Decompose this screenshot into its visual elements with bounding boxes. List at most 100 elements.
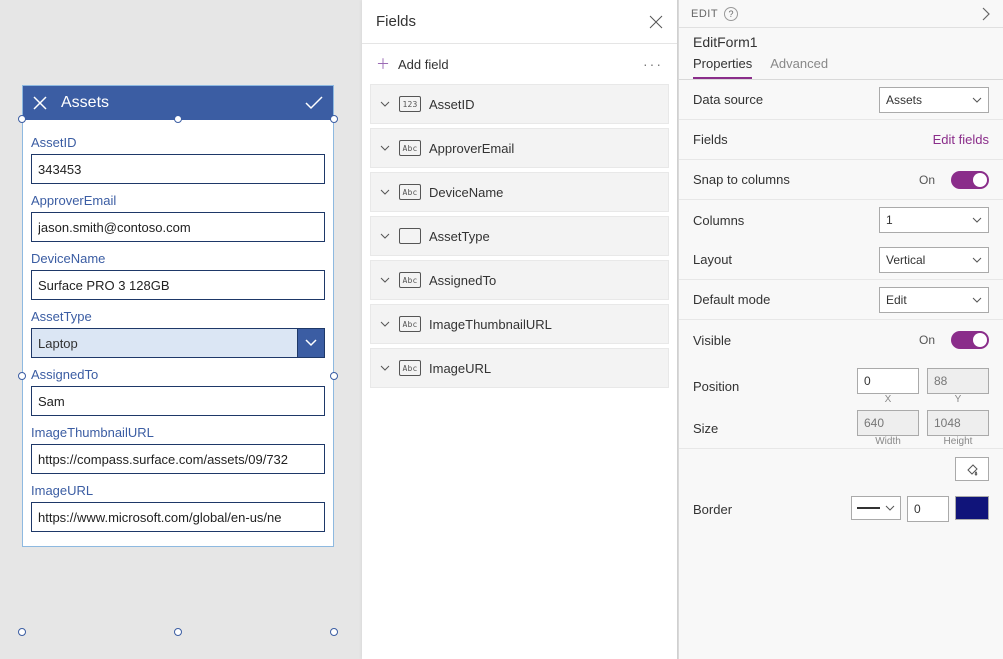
approveremail-input[interactable]: [31, 212, 325, 242]
prop-layout: Layout Vertical: [679, 240, 1003, 280]
field-imagethumbnailurl: ImageThumbnailURL: [31, 425, 325, 474]
field-list-label: ApproverEmail: [429, 141, 514, 156]
close-icon[interactable]: [33, 96, 47, 110]
text-type-icon: [399, 184, 421, 200]
position-x-input[interactable]: [857, 368, 919, 394]
line-style-icon: [857, 507, 880, 509]
field-list-item[interactable]: AssetID: [370, 84, 669, 124]
prop-label: Data source: [693, 92, 869, 107]
add-field-button[interactable]: ＋ Add field ···: [362, 44, 677, 84]
dropdown-value: Assets: [886, 93, 922, 107]
default-mode-dropdown[interactable]: Edit: [879, 287, 989, 313]
field-assignedto: AssignedTo: [31, 367, 325, 416]
fields-panel: Fields ＋ Add field ··· AssetID ApproverEm…: [362, 0, 678, 659]
prop-columns: Columns 1: [679, 200, 1003, 240]
prop-label: Border: [693, 502, 841, 517]
prop-color: [679, 449, 1003, 489]
field-list-label: ImageThumbnailURL: [429, 317, 552, 332]
chevron-down-icon: [379, 321, 391, 327]
text-type-icon: [399, 140, 421, 156]
resize-handle[interactable]: [330, 115, 338, 123]
assetid-input[interactable]: [31, 154, 325, 184]
resize-handle[interactable]: [18, 372, 26, 380]
assignedto-input[interactable]: [31, 386, 325, 416]
resize-handle[interactable]: [174, 628, 182, 636]
field-list-label: ImageURL: [429, 361, 491, 376]
choice-type-icon: [399, 228, 421, 244]
fill-color-picker[interactable]: [955, 457, 989, 481]
dropdown-value: Vertical: [886, 253, 925, 267]
size-height-input[interactable]: [927, 410, 989, 436]
imagethumbnailurl-input[interactable]: [31, 444, 325, 474]
prop-label: Default mode: [693, 292, 869, 307]
resize-handle[interactable]: [174, 115, 182, 123]
prop-label: Visible: [693, 333, 909, 348]
imageurl-input[interactable]: [31, 502, 325, 532]
snap-toggle[interactable]: [951, 171, 989, 189]
field-list-label: AssignedTo: [429, 273, 496, 288]
close-icon[interactable]: [649, 15, 663, 29]
chevron-right-icon[interactable]: [981, 7, 991, 21]
prop-label: Snap to columns: [693, 172, 909, 187]
field-list-item[interactable]: AssetType: [370, 216, 669, 256]
text-type-icon: [399, 360, 421, 376]
prop-label: Position: [693, 379, 847, 394]
data-source-dropdown[interactable]: Assets: [879, 87, 989, 113]
size-width-input[interactable]: [857, 410, 919, 436]
canvas-area: Assets AssetID ApproverEmail DeviceName …: [0, 0, 362, 659]
chevron-down-icon: [972, 97, 982, 103]
field-list-item[interactable]: ApproverEmail: [370, 128, 669, 168]
form-body: AssetID ApproverEmail DeviceName AssetTy…: [23, 120, 333, 546]
text-type-icon: [399, 272, 421, 288]
chevron-down-icon[interactable]: [297, 328, 325, 358]
prop-size: Size Width Height: [679, 409, 1003, 449]
more-icon[interactable]: ···: [643, 56, 663, 72]
edit-fields-link[interactable]: Edit fields: [933, 132, 989, 147]
prop-label: Columns: [693, 213, 869, 228]
field-list-item[interactable]: ImageThumbnailURL: [370, 304, 669, 344]
border-style-dropdown[interactable]: [851, 496, 901, 520]
border-width-input[interactable]: [907, 496, 949, 522]
field-assettype: AssetType Laptop: [31, 309, 325, 358]
height-sublabel: Height: [944, 436, 973, 447]
field-label: AssetType: [31, 309, 325, 324]
chevron-down-icon: [379, 233, 391, 239]
chevron-down-icon: [379, 101, 391, 107]
properties-tabs: Properties Advanced: [679, 50, 1003, 80]
field-list-item[interactable]: DeviceName: [370, 172, 669, 212]
paint-bucket-icon: [965, 462, 979, 476]
prop-visible: Visible On: [679, 320, 1003, 360]
tab-properties[interactable]: Properties: [693, 56, 752, 79]
prop-label: Size: [693, 421, 847, 436]
field-label: ApproverEmail: [31, 193, 325, 208]
properties-top-bar: EDIT ?: [679, 0, 1003, 28]
visible-toggle[interactable]: [951, 331, 989, 349]
field-label: ImageURL: [31, 483, 325, 498]
help-icon[interactable]: ?: [724, 7, 738, 21]
devicename-input[interactable]: [31, 270, 325, 300]
field-label: AssetID: [31, 135, 325, 150]
assettype-dropdown[interactable]: Laptop: [31, 328, 325, 358]
position-y-input[interactable]: [927, 368, 989, 394]
edit-mode-label: EDIT: [691, 8, 718, 20]
field-list-item[interactable]: AssignedTo: [370, 260, 669, 300]
edit-form[interactable]: Assets AssetID ApproverEmail DeviceName …: [22, 85, 334, 547]
chevron-down-icon: [379, 189, 391, 195]
field-list-item[interactable]: ImageURL: [370, 348, 669, 388]
layout-dropdown[interactable]: Vertical: [879, 247, 989, 273]
fields-panel-title: Fields: [376, 13, 649, 30]
resize-handle[interactable]: [18, 115, 26, 123]
add-field-label: Add field: [398, 57, 643, 72]
resize-handle[interactable]: [330, 628, 338, 636]
columns-dropdown[interactable]: 1: [879, 207, 989, 233]
field-devicename: DeviceName: [31, 251, 325, 300]
resize-handle[interactable]: [18, 628, 26, 636]
submit-check-icon[interactable]: [305, 96, 323, 110]
plus-icon: ＋: [376, 54, 390, 74]
properties-panel: EDIT ? EditForm1 Properties Advanced Dat…: [678, 0, 1003, 659]
text-type-icon: [399, 316, 421, 332]
chevron-down-icon: [972, 297, 982, 303]
border-color-picker[interactable]: [955, 496, 989, 520]
resize-handle[interactable]: [330, 372, 338, 380]
tab-advanced[interactable]: Advanced: [770, 56, 828, 79]
